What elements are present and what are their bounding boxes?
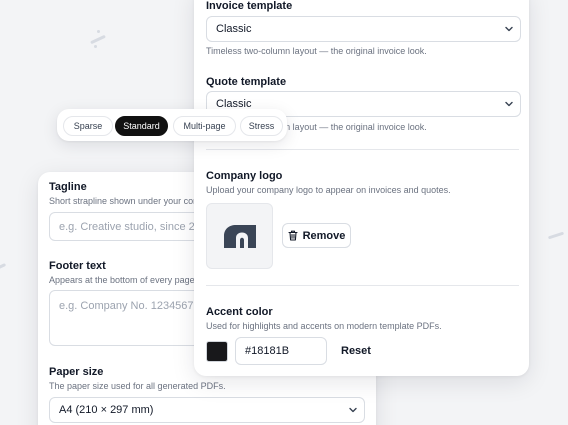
- footer-text-label: Footer text: [49, 260, 106, 272]
- decorative-dash: [547, 231, 565, 240]
- decorative-dot: [94, 45, 97, 48]
- template-settings-card: Invoice template Classic Timeless two-co…: [194, 0, 529, 376]
- paper-size-value: A4 (210 × 297 mm): [59, 404, 154, 416]
- density-option-multi-page[interactable]: Multi-page: [173, 116, 236, 136]
- chevron-down-icon: [349, 407, 357, 413]
- trash-icon: [288, 230, 298, 241]
- section-divider: [206, 149, 519, 150]
- chevron-down-icon: [505, 26, 513, 32]
- paper-size-help: The paper size used for all generated PD…: [49, 381, 226, 391]
- density-option-standard[interactable]: Standard: [115, 116, 168, 136]
- company-logo-help: Upload your company logo to appear on in…: [206, 185, 451, 195]
- invoice-template-select[interactable]: Classic: [206, 16, 521, 42]
- reset-accent-button[interactable]: Reset: [341, 345, 371, 357]
- company-logo-label: Company logo: [206, 170, 283, 182]
- section-divider: [206, 285, 519, 286]
- density-switcher: Sparse Standard Multi-page Stress: [57, 109, 287, 141]
- density-option-stress[interactable]: Stress: [240, 116, 283, 136]
- footer-text-help: Appears at the bottom of every page.: [49, 275, 198, 285]
- density-option-sparse[interactable]: Sparse: [63, 116, 113, 136]
- decorative-dash: [90, 34, 106, 45]
- paper-size-select[interactable]: A4 (210 × 297 mm): [49, 397, 365, 423]
- company-logo-preview[interactable]: [206, 203, 273, 269]
- invoice-template-help: Timeless two-column layout — the origina…: [206, 46, 427, 56]
- accent-color-swatch[interactable]: [206, 341, 228, 362]
- decorative-dot: [97, 30, 100, 33]
- paper-size-label: Paper size: [49, 366, 104, 378]
- accent-color-hex-input[interactable]: #18181B: [235, 337, 327, 365]
- chevron-down-icon: [505, 101, 513, 107]
- decorative-dash: [0, 263, 7, 270]
- remove-logo-label: Remove: [302, 229, 346, 242]
- tagline-label: Tagline: [49, 181, 87, 193]
- remove-logo-button[interactable]: Remove: [282, 223, 351, 248]
- invoice-template-label: Invoice template: [206, 0, 293, 12]
- company-logo-image: [223, 225, 256, 248]
- invoice-template-value: Classic: [216, 23, 252, 35]
- accent-color-label: Accent color: [206, 306, 273, 318]
- accent-color-help: Used for highlights and accents on moder…: [206, 321, 442, 331]
- quote-template-label: Quote template: [206, 76, 287, 88]
